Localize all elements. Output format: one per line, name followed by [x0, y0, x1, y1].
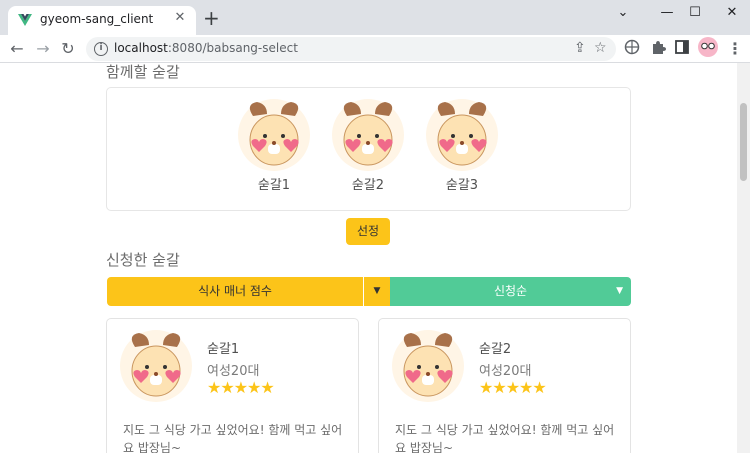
member-name: 숟갈2 [351, 178, 385, 193]
applicant-card[interactable]: 숟갈1 여성20대 ★★★★★ 지도 그 식당 가고 싶었어요! 함께 먹고 싶… [106, 318, 359, 453]
extensions-puzzle-icon[interactable] [650, 39, 666, 55]
select-button[interactable]: 선정 [346, 218, 390, 245]
together-heading: 함께할 숟갈 [106, 63, 180, 81]
member-name: 숟갈3 [445, 178, 479, 193]
extension-globe-icon[interactable] [624, 39, 640, 55]
together-members-box: 숟갈1 숟갈2 숟갈3 [106, 87, 631, 211]
applicant-demographic: 여성20대 [479, 364, 532, 379]
dog-avatar [391, 329, 465, 403]
sort-by-apply-order-dropdown[interactable]: 신청순 ▼ [390, 277, 631, 306]
member-item[interactable]: 숟갈3 [422, 98, 502, 208]
applicant-name: 숟갈2 [479, 342, 512, 357]
applicant-name: 숟갈1 [207, 342, 240, 357]
tab-close-icon[interactable]: ✕ [172, 10, 188, 26]
dog-avatar [119, 329, 193, 403]
browser-toolbar: ← → ↻ i localhost:8080/babsang-select ⇪ … [0, 35, 750, 63]
page-viewport: 함께할 숟갈 숟갈1 숟갈2 숟갈3 선정 신청한 숟갈 식사 매너 점수 ▼ … [0, 63, 737, 453]
menu-kebab-icon[interactable]: ⋮ [724, 38, 746, 60]
close-window-button[interactable]: ✕ [712, 0, 750, 30]
address-bar[interactable]: i localhost:8080/babsang-select ⇪ ☆ [86, 37, 616, 61]
bookmark-star-icon[interactable]: ☆ [594, 40, 607, 56]
tab-strip: gyeom-sang_client ✕ + ⌄ — ☐ ✕ [0, 0, 750, 35]
vue-logo-icon [18, 14, 32, 26]
dog-avatar [425, 98, 499, 172]
maximize-button[interactable]: ☐ [675, 0, 715, 30]
reload-icon[interactable]: ↻ [57, 38, 79, 60]
applied-heading: 신청한 숟갈 [106, 251, 180, 269]
site-info-icon[interactable]: i [94, 42, 108, 56]
applicant-message: 지도 그 식당 가고 싶었어요! 함께 먹고 싶어요 밥장님~ [123, 423, 343, 453]
member-name: 숟갈1 [257, 178, 291, 193]
applicant-card[interactable]: 숟갈2 여성20대 ★★★★★ 지도 그 식당 가고 싶었어요! 함께 먹고 싶… [378, 318, 631, 453]
side-panel-icon[interactable] [674, 39, 690, 55]
new-tab-button[interactable]: + [203, 8, 220, 28]
browser-tab[interactable]: gyeom-sang_client ✕ [8, 6, 196, 35]
tab-search-chevron-icon[interactable]: ⌄ [603, 0, 643, 30]
url-text[interactable]: localhost:8080/babsang-select [114, 41, 298, 55]
vertical-scrollbar[interactable] [737, 63, 750, 453]
applicant-demographic: 여성20대 [207, 364, 260, 379]
dog-avatar [237, 98, 311, 172]
sort-by-manner-score-dropdown[interactable]: 식사 매너 점수 [107, 277, 363, 306]
applicant-message: 지도 그 식당 가고 싶었어요! 함께 먹고 싶어요 밥장님~ [395, 423, 615, 453]
dog-avatar [331, 98, 405, 172]
star-rating-icon: ★★★★★ [207, 378, 275, 397]
member-item[interactable]: 숟갈1 [234, 98, 314, 208]
caret-down-icon: ▼ [616, 286, 623, 296]
tab-title: gyeom-sang_client [40, 12, 154, 26]
member-item[interactable]: 숟갈2 [328, 98, 408, 208]
scrollbar-thumb[interactable] [740, 103, 747, 181]
caret-down-icon[interactable]: ▼ [364, 277, 390, 306]
profile-avatar[interactable] [698, 37, 718, 57]
dropdown-label: 신청순 [493, 284, 528, 298]
back-arrow-icon[interactable]: ← [6, 38, 28, 60]
star-rating-icon: ★★★★★ [479, 378, 547, 397]
forward-arrow-icon[interactable]: → [32, 38, 54, 60]
share-icon[interactable]: ⇪ [574, 40, 586, 56]
